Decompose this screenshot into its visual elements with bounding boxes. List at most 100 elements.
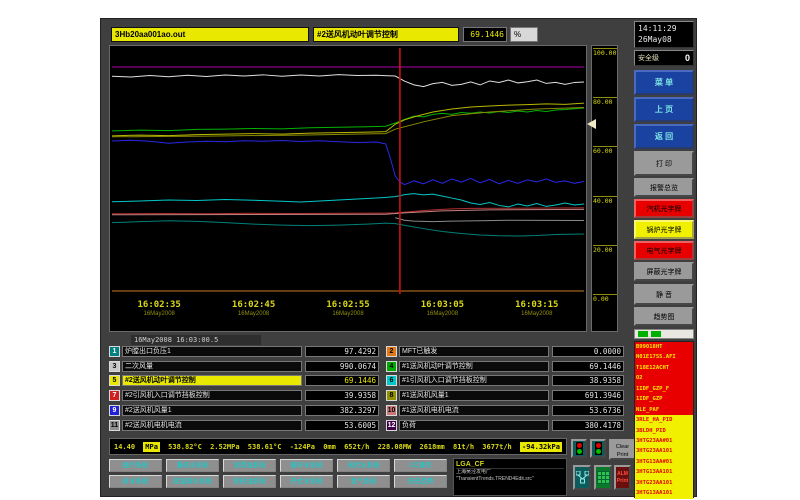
legend-name: #2送风机电机电流 <box>122 420 302 431</box>
system-nav-row-1: 抽汽系统凝结水系统润滑油系统循环水系统闭式水系统 CC操作 <box>109 459 447 472</box>
time-tick: 16:02:55 <box>326 300 369 310</box>
nav-button[interactable]: 氢气系统 <box>337 475 390 488</box>
alarm-tag[interactable]: O2 <box>635 373 693 383</box>
legend-row[interactable]: 5#2送风机动叶调节控制69.1446 <box>109 375 379 387</box>
time-tick: 16:03:15 <box>515 300 558 310</box>
security-value: 0 <box>685 53 690 63</box>
alarm-tag[interactable]: 3RLE_HA_PID <box>635 415 693 425</box>
legend-color-badge: 11 <box>109 420 120 431</box>
sidebar: 14:11:29 26May08 安全级 0 菜 单上 页返 回打 印报警总览汽… <box>633 19 696 498</box>
trend-point-tag: 3Hb20aa001ao.out <box>111 27 309 42</box>
legend-name: 负荷 <box>399 420 549 431</box>
sidebar-button-red-7[interactable]: 电气光字牌 <box>634 241 694 260</box>
legend-row[interactable]: 8#1送风机风量1691.3946 <box>386 390 624 402</box>
legend-row[interactable]: 10#1送风机电机电流53.6736 <box>386 405 624 417</box>
status-value: 14.40 <box>114 443 135 451</box>
alarm-tag[interactable]: 3BLDH_PID <box>635 426 693 436</box>
sidebar-button-gray-8[interactable]: 屏蔽光字牌 <box>634 262 694 281</box>
alarm-tag[interactable]: B99018HT <box>635 342 693 352</box>
trend-chart-area[interactable]: 16:02:3516May200816:02:4516May200816:02:… <box>109 45 587 332</box>
alarm-print-label: ALM <box>616 471 629 478</box>
nav-button[interactable]: 循环水系统 <box>280 459 333 472</box>
legend-row[interactable]: 3二次风量990.0674 <box>109 361 379 373</box>
legend-color-badge: 8 <box>386 390 397 401</box>
alarm-tag[interactable]: 3HTG13AA101 <box>635 488 693 498</box>
clear-print-button[interactable]: Clear Print <box>609 439 636 460</box>
nav-button[interactable]: 开式水系统 <box>280 475 333 488</box>
sidebar-button-gray-4[interactable]: 报警总览 <box>634 178 694 197</box>
alarm-tag[interactable]: NLE_PAF <box>635 405 693 415</box>
legend-row[interactable]: 1炉膛出口负压197.4292 <box>109 346 379 358</box>
sidebar-button-gray-3[interactable]: 打 印 <box>634 151 694 176</box>
sidebar-button-blue-1[interactable]: 上 页 <box>634 97 694 122</box>
alarm-tag[interactable]: 3HTG23AA#01 <box>635 436 693 446</box>
network-button[interactable] <box>573 465 591 490</box>
alarm-tag-list: B99018HTN01E17S5.AFIT18E12ACHTO21IDF_GZP… <box>634 341 694 498</box>
legend-value: 97.4292 <box>305 346 379 357</box>
trend-line <box>112 108 584 131</box>
traffic-light-button-2[interactable] <box>590 439 606 458</box>
nav-button[interactable]: 凝结水系统 <box>166 459 219 472</box>
status-value: MPa <box>143 442 160 452</box>
y-axis-scale: 100.0080.0060.0040.0020.000.00 <box>591 45 618 332</box>
sidebar-button-red-5[interactable]: 汽机光字牌 <box>634 199 694 218</box>
legend-value: 38.9358 <box>552 375 624 386</box>
alarm-tag[interactable]: 3HTG23AA101 <box>635 446 693 456</box>
legend-name: #1送风机风量1 <box>399 390 549 401</box>
legend-value: 53.6005 <box>305 420 379 431</box>
nav-button[interactable]: CC操作 <box>394 459 447 472</box>
alarm-tag[interactable]: N01E17S5.AFI <box>635 352 693 362</box>
nav-button[interactable]: 润滑油系统 <box>223 459 276 472</box>
sidebar-button-blue-0[interactable]: 菜 单 <box>634 70 694 95</box>
status-value: 0mm <box>323 443 336 451</box>
time-axis-label: 16:03:1516May2008 <box>515 300 558 317</box>
legend-name: 二次风量 <box>122 361 302 372</box>
alarm-tag[interactable]: 3HTG13AA#01 <box>635 457 693 467</box>
legend-value: 53.6736 <box>552 405 624 416</box>
sidebar-button-gray-10[interactable]: 趋势图 <box>634 307 694 326</box>
legend-value: 69.1446 <box>305 375 379 386</box>
date-tick: 16May2008 <box>515 311 558 317</box>
alarm-tag[interactable]: 1IDF_GZP <box>635 394 693 404</box>
nav-button[interactable]: 给水系统 <box>109 475 162 488</box>
legend-row[interactable]: 6#1引风机入口调节挡板控制38.9358 <box>386 375 624 387</box>
legend-row[interactable]: 2MFT已触发0.0000 <box>386 346 624 358</box>
unit-status-bar: 14.40MPa538.82°C2.52MPa538.61°C-124Pa0mm… <box>109 438 567 455</box>
trend-line <box>112 194 584 207</box>
scale-pointer-icon[interactable] <box>587 119 596 129</box>
alarm-tag[interactable]: 1IDF_GZP_F <box>635 384 693 394</box>
legend-row[interactable]: 9#2送风机风量1382.3297 <box>109 405 379 417</box>
sidebar-button-yellow-6[interactable]: 锅炉光字牌 <box>634 220 694 239</box>
legend-row[interactable]: 11#2送风机电机电流53.6005 <box>109 420 379 432</box>
sidebar-button-blue-2[interactable]: 返 回 <box>634 124 694 149</box>
grid-view-button[interactable] <box>594 465 612 490</box>
sidebar-button-gray-9[interactable]: 静 音 <box>634 284 694 305</box>
nav-button[interactable]: 密封油系统 <box>223 475 276 488</box>
legend-column-left: 1炉膛出口负压197.4292 3二次风量990.0674 5#2送风机动叶调节控制… <box>109 346 379 434</box>
legend-row[interactable]: 12负荷380.4178 <box>386 420 624 432</box>
nav-button[interactable]: 高加疏水系统 <box>166 475 219 488</box>
status-value: -124Pa <box>290 443 315 451</box>
alarm-tag[interactable]: T18E12ACHT <box>635 363 693 373</box>
trend-plot[interactable] <box>112 48 584 294</box>
cursor-timestamp: 16May2008 16:03:00.5 <box>131 335 261 345</box>
legend-value: 380.4178 <box>552 420 624 431</box>
legend-name: #1引风机入口调节挡板控制 <box>399 375 549 386</box>
status-value: 3677t/h <box>482 443 512 451</box>
nav-button[interactable]: 闭式水系统 <box>337 459 390 472</box>
legend-row[interactable]: 4#1送风机动叶调节控制69.1446 <box>386 361 624 373</box>
traffic-light-button-1[interactable] <box>571 439 587 458</box>
legend-color-badge: 9 <box>109 405 120 416</box>
comm-led-icon <box>638 331 648 337</box>
selected-trend-title: #2送风机动叶调节控制 <box>313 27 459 42</box>
network-icon <box>576 471 589 484</box>
date-tick: 16May2008 <box>326 311 369 317</box>
legend-row[interactable]: 7#2引风机入口调节挡板控制39.9358 <box>109 390 379 402</box>
nav-button[interactable]: 抽汽系统 <box>109 459 162 472</box>
date-tick: 16May2008 <box>232 311 275 317</box>
alarm-tag[interactable]: 3HTG13AA101 <box>635 467 693 477</box>
screen-source-file: "TransientTrends.TREND4Edit.src" <box>456 476 564 483</box>
alarm-tag[interactable]: 3HTG23AA101 <box>635 478 693 488</box>
nav-button[interactable]: 历史趋势 <box>394 475 447 488</box>
alarm-print-button[interactable]: ALM Print <box>614 465 631 490</box>
